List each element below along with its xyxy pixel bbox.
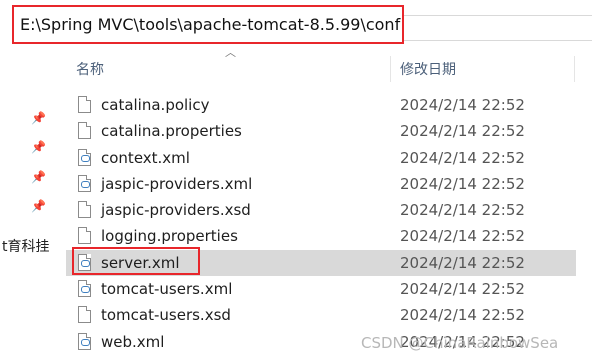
file-date: 2024/2/14 22:52 <box>400 306 525 325</box>
file-name: logging.properties <box>101 227 238 246</box>
column-header-modified[interactable]: 修改日期 <box>400 59 456 79</box>
file-date: 2024/2/14 22:52 <box>400 174 525 193</box>
address-bar[interactable]: E:\Spring MVC\tools\apache-tomcat-8.5.99… <box>12 5 404 44</box>
pin-icon[interactable]: 📌 <box>31 170 46 184</box>
file-icon <box>78 306 91 324</box>
file-icon <box>78 201 91 219</box>
pin-icon[interactable]: 📌 <box>31 140 46 154</box>
highlight-box <box>72 247 200 275</box>
address-bar-extension[interactable] <box>404 15 592 41</box>
pin-icon[interactable]: 📌 <box>31 199 46 213</box>
file-name: web.xml <box>101 332 165 351</box>
file-list: catalina.policy 2024/2/14 22:52 catalina… <box>66 92 576 355</box>
column-divider[interactable] <box>390 56 391 82</box>
file-icon <box>78 227 91 245</box>
column-header-name[interactable]: 名称 <box>76 59 104 79</box>
file-date: 2024/2/14 22:52 <box>400 227 525 246</box>
file-date: 2024/2/14 22:52 <box>400 96 525 114</box>
file-icon <box>78 96 91 113</box>
file-name: jaspic-providers.xml <box>101 174 253 193</box>
file-row[interactable]: catalina.policy 2024/2/14 22:52 <box>66 92 576 118</box>
file-row[interactable]: catalina.properties 2024/2/14 22:52 <box>66 118 576 144</box>
file-name: tomcat-users.xsd <box>101 306 231 325</box>
file-row[interactable]: context.xml 2024/2/14 22:52 <box>66 145 576 171</box>
file-icon <box>78 122 91 140</box>
address-path[interactable]: E:\Spring MVC\tools\apache-tomcat-8.5.99… <box>20 15 400 34</box>
sidebar-item-label[interactable]: t育科挂 <box>2 236 50 256</box>
file-row[interactable]: logging.properties 2024/2/14 22:52 <box>66 223 576 249</box>
file-row[interactable]: jaspic-providers.xsd 2024/2/14 22:52 <box>66 197 576 223</box>
file-name: catalina.policy <box>101 96 210 114</box>
xml-file-icon <box>78 280 91 298</box>
column-divider[interactable] <box>574 56 575 82</box>
column-header-row: 名称 修改日期 <box>66 56 576 82</box>
file-row[interactable]: tomcat-users.xml 2024/2/14 22:52 <box>66 276 576 302</box>
file-date: 2024/2/14 22:52 <box>400 253 525 272</box>
pin-icon[interactable]: 📌 <box>31 111 46 125</box>
file-name: jaspic-providers.xsd <box>101 201 251 220</box>
file-row[interactable]: jaspic-providers.xml 2024/2/14 22:52 <box>66 171 576 197</box>
xml-file-icon <box>78 174 91 192</box>
file-name: catalina.properties <box>101 122 242 141</box>
file-date: 2024/2/14 22:52 <box>400 201 525 220</box>
watermark: CSDN @ChinaRainbowSea <box>361 334 559 352</box>
file-row[interactable]: tomcat-users.xsd 2024/2/14 22:52 <box>66 302 576 328</box>
file-date: 2024/2/14 22:52 <box>400 122 525 141</box>
file-date: 2024/2/14 22:52 <box>400 148 525 167</box>
file-name: context.xml <box>101 148 190 167</box>
xml-file-icon <box>78 332 91 350</box>
file-name: tomcat-users.xml <box>101 280 233 299</box>
file-date: 2024/2/14 22:52 <box>400 280 525 299</box>
xml-file-icon <box>78 148 91 166</box>
